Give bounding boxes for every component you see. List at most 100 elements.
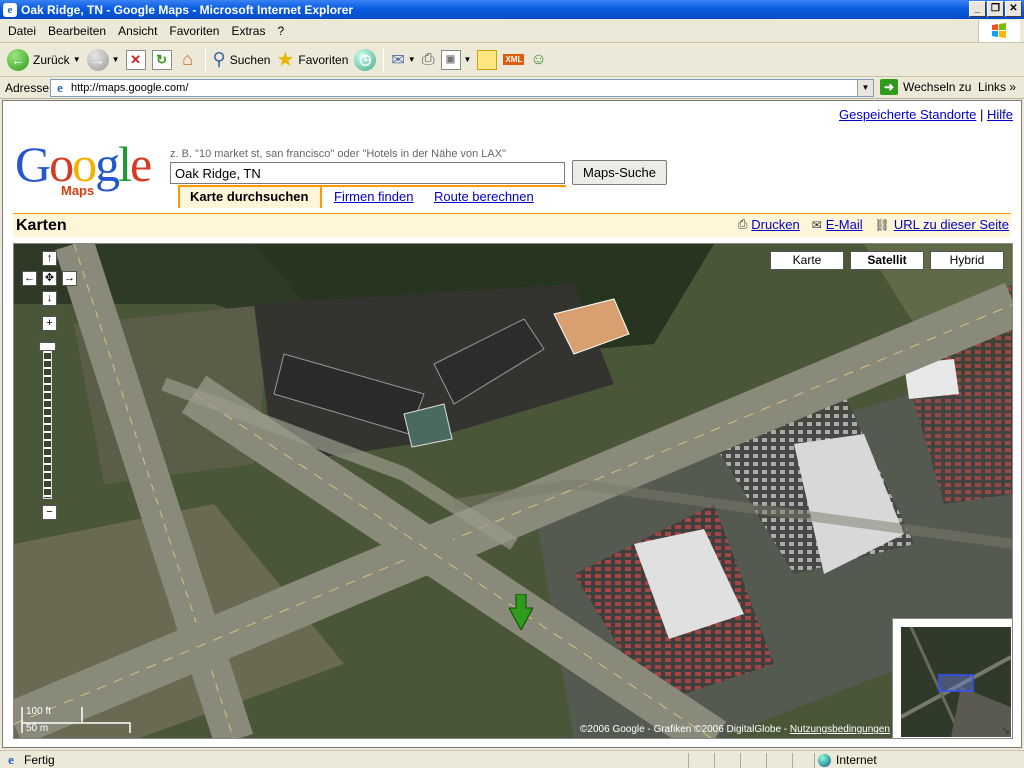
section-title: Karten xyxy=(16,216,67,234)
menu-bearbeiten[interactable]: Bearbeiten xyxy=(42,24,112,38)
saved-locations-link[interactable]: Gespeicherte Standorte xyxy=(839,107,976,122)
search-tabs: Karte durchsuchen Firmen finden Route be… xyxy=(178,185,566,208)
ie-icon: e xyxy=(3,2,17,17)
messenger-button[interactable]: ☺ xyxy=(527,46,549,74)
overview-map-image[interactable] xyxy=(900,626,1012,738)
satellite-imagery[interactable] xyxy=(14,244,1013,739)
zoom-slider[interactable] xyxy=(43,342,52,499)
note-icon xyxy=(477,49,498,70)
arrow-left-icon: ← xyxy=(24,272,35,284)
mail-button[interactable]: ✉ ▼ xyxy=(388,46,418,74)
map-type-satellite-button[interactable]: Satellit xyxy=(850,251,924,270)
minimize-button[interactable]: _ xyxy=(969,1,986,17)
messenger-icon: ☺ xyxy=(530,50,547,68)
forward-arrow-icon: → xyxy=(86,48,109,71)
address-dropdown-icon[interactable]: ▼ xyxy=(857,80,873,96)
arrow-down-icon: ↓ xyxy=(46,292,53,304)
favorites-button[interactable]: ★ Favoriten xyxy=(273,46,351,74)
xml-icon: XML xyxy=(503,54,525,65)
refresh-button[interactable]: ↻ xyxy=(149,46,175,74)
xml-button[interactable]: XML xyxy=(500,46,527,74)
minus-icon: − xyxy=(46,506,53,518)
map-type-switcher: Karte Satellit Hybrid xyxy=(770,251,1004,270)
window-title: Oak Ridge, TN - Google Maps - Microsoft … xyxy=(21,2,354,17)
zoom-out-button[interactable]: − xyxy=(42,505,57,520)
chevron-down-icon: ▼ xyxy=(407,55,416,64)
pan-right-button[interactable]: → xyxy=(62,271,77,286)
address-bar: Adresse e http://maps.google.com/ ▼ xyxy=(0,77,1024,99)
go-button[interactable]: ➜ Wechseln zu xyxy=(880,79,971,95)
close-button[interactable]: ✕ xyxy=(1005,1,1022,17)
links-button[interactable]: Links » xyxy=(978,80,1016,94)
go-arrow-icon: ➜ xyxy=(880,79,898,95)
menu-extras[interactable]: Extras xyxy=(225,24,271,38)
chevron-right-icon: » xyxy=(1009,80,1017,94)
search-hint: z. B. "10 market st, san francisco" oder… xyxy=(170,148,506,160)
home-icon: ⌂ xyxy=(182,49,193,69)
stop-button[interactable]: ✕ xyxy=(123,46,149,74)
google-maps-logo[interactable]: Google Maps xyxy=(15,139,165,199)
search-icon: ⚲ xyxy=(212,49,226,69)
overview-map[interactable]: ↘ xyxy=(892,618,1012,738)
search-input[interactable]: Oak Ridge, TN xyxy=(170,162,565,184)
map-section-header: Karten ⎙ Drucken ✉ E-Mail ⛓ URL zu dieser S… xyxy=(13,213,1011,237)
maps-search-button[interactable]: Maps-Suche xyxy=(572,160,667,185)
windows-logo-icon xyxy=(978,20,1020,42)
link-to-page[interactable]: ⛓ URL zu dieser Seite xyxy=(875,217,1009,232)
history-button[interactable]: ◷ xyxy=(351,46,379,74)
back-button[interactable]: ← Zurück ▼ xyxy=(4,46,84,74)
terms-link[interactable]: Nutzungsbedingungen xyxy=(790,724,890,735)
pan-left-button[interactable]: ← xyxy=(22,271,37,286)
printer-icon: ⎙ xyxy=(737,217,748,231)
map-type-map-button[interactable]: Karte xyxy=(770,251,844,270)
recenter-button[interactable]: ✥ xyxy=(42,271,57,286)
chain-link-icon: ⛓ xyxy=(874,217,890,232)
arrow-up-icon: ↑ xyxy=(46,252,53,264)
zone-label: Internet xyxy=(836,753,877,767)
restore-button[interactable]: ❐ xyxy=(987,1,1004,17)
tab-find-businesses[interactable]: Firmen finden xyxy=(324,187,423,208)
zoom-slider-thumb[interactable] xyxy=(39,342,56,351)
envelope-icon: ✉ xyxy=(811,217,822,232)
edit-button[interactable]: ▣ ▼ xyxy=(438,46,475,74)
map-copyright: ©2006 Google - Grafiken ©2006 DigitalGlo… xyxy=(580,724,890,735)
back-arrow-icon: ← xyxy=(7,48,29,71)
map-type-hybrid-button[interactable]: Hybrid xyxy=(930,251,1004,270)
menu-help[interactable]: ? xyxy=(271,24,290,38)
menu-datei[interactable]: Datei xyxy=(2,24,42,38)
page-content: Gespeicherte Standorte | Hilfe Google Ma… xyxy=(2,100,1022,748)
help-link[interactable]: Hilfe xyxy=(987,107,1013,122)
address-input[interactable]: e http://maps.google.com/ ▼ xyxy=(50,79,874,97)
tab-browse-map[interactable]: Karte durchsuchen xyxy=(178,187,322,208)
pan-up-button[interactable]: ↑ xyxy=(42,251,57,266)
print-link[interactable]: ⎙ Drucken xyxy=(738,217,800,232)
search-button[interactable]: ⚲ Suchen xyxy=(210,46,274,74)
page-done-icon: e xyxy=(8,751,14,767)
pan-down-button[interactable]: ↓ xyxy=(42,291,57,306)
zoom-in-button[interactable]: + xyxy=(42,316,57,331)
tab-get-directions[interactable]: Route berechnen xyxy=(424,187,544,208)
status-text: Fertig xyxy=(24,752,55,767)
center-icon: ✥ xyxy=(44,272,55,284)
star-icon: ★ xyxy=(276,49,295,71)
location-marker-icon[interactable] xyxy=(509,594,533,630)
collapse-overview-icon[interactable]: ↘ xyxy=(1002,726,1010,737)
home-button[interactable]: ⌂ xyxy=(175,46,201,74)
security-zone[interactable]: Internet xyxy=(818,753,877,767)
address-url[interactable]: http://maps.google.com/ xyxy=(71,82,188,94)
page-icon: e xyxy=(57,80,63,95)
forward-button[interactable]: → ▼ xyxy=(84,46,123,74)
email-link[interactable]: ✉ E-Mail xyxy=(812,217,863,232)
print-button[interactable]: ⎙ xyxy=(419,46,438,74)
satellite-map[interactable]: Karte Satellit Hybrid ↑ ← ✥ → ↓ + − 100 … xyxy=(13,243,1013,739)
chevron-down-icon: ▼ xyxy=(111,55,120,64)
arrow-right-icon: → xyxy=(64,272,75,284)
notes-button[interactable] xyxy=(474,46,500,74)
history-icon: ◷ xyxy=(354,48,377,71)
menu-favoriten[interactable]: Favoriten xyxy=(163,24,225,38)
menu-ansicht[interactable]: Ansicht xyxy=(112,24,163,38)
status-bar: e Fertig Internet xyxy=(0,750,1024,768)
plus-icon: + xyxy=(46,317,53,329)
google-logo-text: Google xyxy=(15,136,152,192)
address-label: Adresse xyxy=(5,80,50,95)
